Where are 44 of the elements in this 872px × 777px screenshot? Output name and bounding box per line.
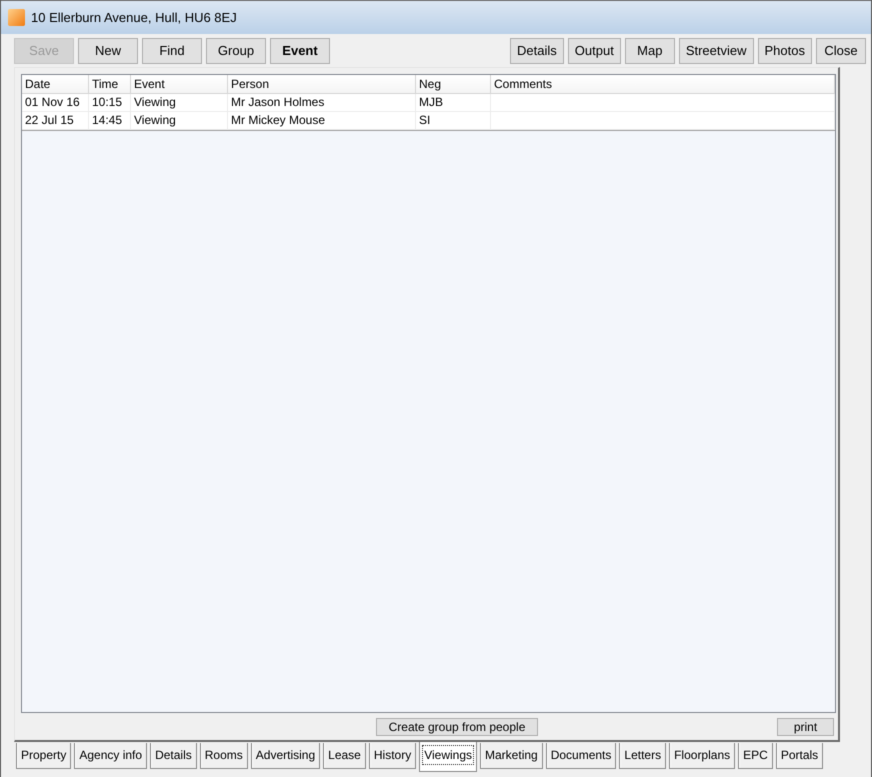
- table-cell: 10:15: [89, 94, 131, 112]
- column-header[interactable]: Comments: [491, 75, 835, 94]
- table-cell: Viewing: [131, 112, 228, 130]
- tab[interactable]: Viewings: [419, 742, 478, 772]
- table-cell: Viewing: [131, 94, 228, 112]
- table-cell: 14:45: [89, 112, 131, 130]
- table-cell: MJB: [416, 94, 491, 112]
- table-cell: 22 Jul 15: [22, 112, 89, 130]
- tab[interactable]: Advertising: [250, 743, 320, 769]
- window-title: 10 Ellerburn Avenue, Hull, HU6 8EJ: [31, 8, 237, 27]
- toolbar-button[interactable]: Map: [624, 38, 675, 64]
- table-cell: 01 Nov 16: [22, 94, 89, 112]
- action-button[interactable]: Create group from people: [376, 718, 538, 736]
- tab[interactable]: Floorplans: [669, 743, 736, 769]
- tab[interactable]: Rooms: [200, 743, 248, 769]
- tab[interactable]: Letters: [619, 743, 666, 769]
- tab[interactable]: EPC: [738, 743, 773, 769]
- tab[interactable]: Property: [16, 743, 72, 769]
- table-cell: Mr Jason Holmes: [228, 94, 416, 112]
- tab[interactable]: Portals: [776, 743, 824, 769]
- tab[interactable]: Marketing: [480, 743, 543, 769]
- toolbar-button[interactable]: Photos: [758, 38, 812, 64]
- toolbar-button[interactable]: Output: [568, 38, 621, 64]
- column-header[interactable]: Event: [131, 75, 228, 94]
- table-cell: Mr Mickey Mouse: [228, 112, 416, 130]
- column-header[interactable]: Time: [89, 75, 131, 94]
- table-cell: SI: [416, 112, 491, 130]
- column-header[interactable]: Person: [228, 75, 416, 94]
- toolbar-button[interactable]: Details: [510, 38, 564, 64]
- toolbar-button[interactable]: Find: [142, 38, 202, 64]
- app-icon: [8, 9, 25, 26]
- toolbar-button[interactable]: Close: [816, 38, 866, 64]
- tab[interactable]: Documents: [546, 743, 616, 769]
- tab[interactable]: Details: [150, 743, 197, 769]
- action-button[interactable]: print: [777, 718, 834, 736]
- toolbar-button[interactable]: New: [78, 38, 138, 64]
- toolbar-button[interactable]: Group: [206, 38, 266, 64]
- tab[interactable]: Agency info: [74, 743, 148, 769]
- tab[interactable]: Lease: [323, 743, 366, 769]
- toolbar-button[interactable]: Event: [270, 38, 330, 64]
- tab[interactable]: History: [368, 743, 416, 769]
- column-header[interactable]: Date: [22, 75, 89, 94]
- toolbar-button[interactable]: Streetview: [678, 38, 754, 64]
- column-header[interactable]: Neg: [416, 75, 491, 94]
